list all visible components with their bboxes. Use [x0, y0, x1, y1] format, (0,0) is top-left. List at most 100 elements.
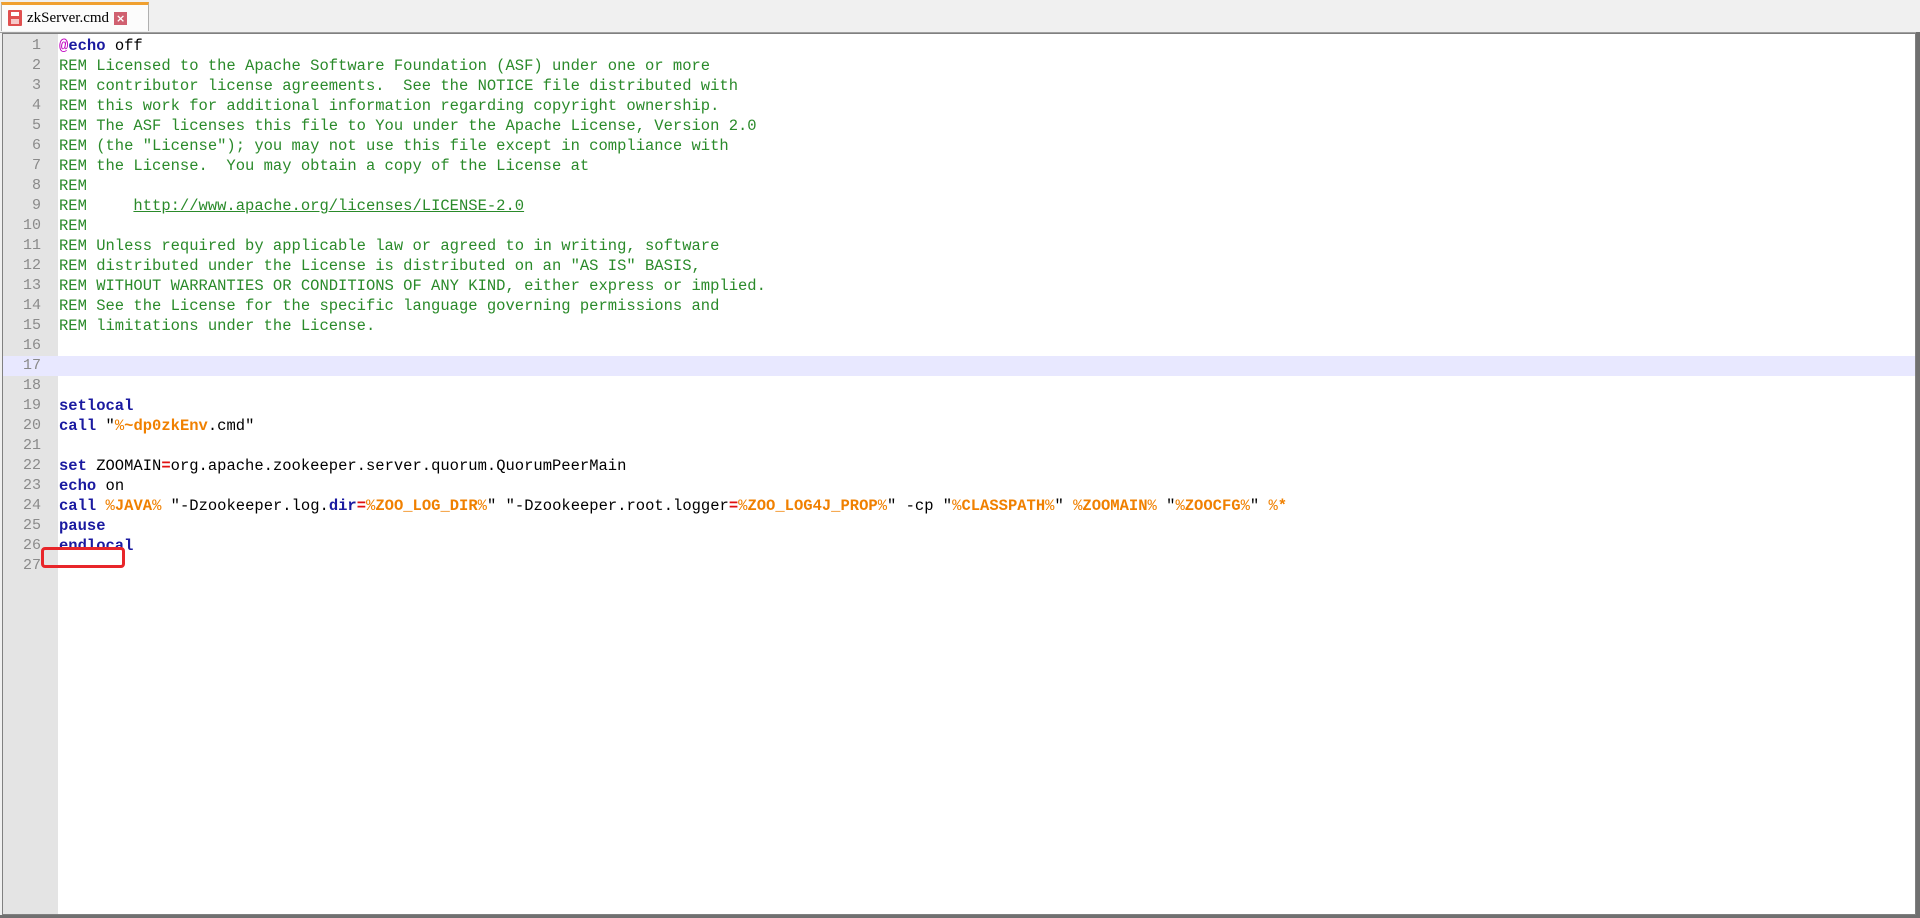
- line-number: 18: [22, 377, 41, 394]
- code-line[interactable]: 17: [3, 356, 1915, 376]
- code-line[interactable]: 1 @echo off: [3, 36, 1915, 56]
- line-number: 27: [22, 557, 41, 574]
- line-number: 25: [22, 517, 41, 534]
- code-line[interactable]: 6 REM (the "License"); you may not use th…: [3, 136, 1915, 156]
- close-icon[interactable]: ×: [114, 11, 128, 25]
- keyword-token: pause: [59, 517, 106, 535]
- line-code: call %JAVA% "-Dzookeeper.log.dir=%ZOO_LO…: [59, 496, 1287, 516]
- text-token: ": [96, 417, 115, 435]
- line-number: 14: [22, 297, 41, 314]
- code-line[interactable]: 7 REM the License. You may obtain a copy …: [3, 156, 1915, 176]
- text-token: ": [1156, 497, 1176, 515]
- code-line[interactable]: 9 REM http://www.apache.org/licenses/LICE…: [3, 196, 1915, 216]
- code-line[interactable]: 13 REM WITHOUT WARRANTIES OR CONDITIONS O…: [3, 276, 1915, 296]
- code-line[interactable]: 20 call "%~dp0zkEnv.cmd": [3, 416, 1915, 436]
- comment-token: REM the License. You may obtain a copy o…: [59, 157, 590, 175]
- line-number: 12: [22, 257, 41, 274]
- code-line[interactable]: 5 REM The ASF licenses this file to You u…: [3, 116, 1915, 136]
- code-line[interactable]: 14 REM See the License for the specific l…: [3, 296, 1915, 316]
- text-token: " "-Dzookeeper.root.logger: [486, 497, 729, 515]
- code-line[interactable]: 26 endlocal: [3, 536, 1915, 556]
- at-symbol-token: @: [59, 37, 69, 55]
- line-number: 16: [22, 337, 41, 354]
- code-line[interactable]: 8 REM: [3, 176, 1915, 196]
- percent-token: %: [366, 497, 376, 515]
- text-token: "-Dzookeeper.log.: [161, 497, 329, 515]
- code-line[interactable]: 2 REM Licensed to the Apache Software Fou…: [3, 56, 1915, 76]
- line-number: 11: [22, 237, 41, 254]
- tab-bar: zkServer.cmd ×: [0, 0, 1920, 33]
- comment-token: REM Licensed to the Apache Software Foun…: [59, 57, 711, 75]
- variable-token: ZOO_LOG_DIR: [375, 497, 478, 515]
- percent-token: %: [1147, 497, 1157, 515]
- code-line[interactable]: 16: [3, 336, 1915, 356]
- line-code: set ZOOMAIN=org.apache.zookeeper.server.…: [59, 456, 626, 476]
- code-line[interactable]: 18: [3, 376, 1915, 396]
- line-code: REM Unless required by applicable law or…: [59, 236, 719, 256]
- percent-token: %: [1175, 497, 1185, 515]
- line-code: REM WITHOUT WARRANTIES OR CONDITIONS OF …: [59, 276, 766, 296]
- code-line[interactable]: 4 REM this work for additional informatio…: [3, 96, 1915, 116]
- keyword-token: call: [59, 417, 97, 435]
- text-token: on: [96, 477, 125, 495]
- code-line[interactable]: 25 pause: [3, 516, 1915, 536]
- comment-token: REM (the "License"); you may not use thi…: [59, 137, 729, 155]
- percent-token: %: [1268, 497, 1278, 515]
- line-code: pause: [59, 516, 106, 536]
- comment-token: REM distributed under the License is dis…: [59, 257, 701, 275]
- comment-token: REM: [59, 177, 87, 195]
- variable-token: ZOOMAIN: [1082, 497, 1148, 515]
- tab-zkserver-cmd[interactable]: zkServer.cmd ×: [1, 2, 149, 31]
- percent-token: %: [477, 497, 487, 515]
- code-line[interactable]: 23 echo on: [3, 476, 1915, 496]
- line-code: REM: [59, 176, 87, 196]
- line-number: 15: [22, 317, 41, 334]
- line-number: 1: [31, 37, 41, 54]
- code-line[interactable]: 24 call %JAVA% "-Dzookeeper.log.dir=%ZOO_…: [3, 496, 1915, 516]
- code-editor[interactable]: 1 @echo off 2 REM Licensed to the Apache So…: [2, 33, 1916, 915]
- keyword-token: setlocal: [59, 397, 134, 415]
- variable-token: *: [1277, 497, 1288, 515]
- url-link[interactable]: http://www.apache.org/licenses/LICENSE-2…: [133, 197, 524, 215]
- comment-token: REM: [59, 217, 87, 235]
- variable-token: ~dp0zkEnv: [124, 417, 208, 435]
- line-code: REM See the License for the specific lan…: [59, 296, 719, 316]
- line-number: 10: [22, 217, 41, 234]
- percent-token: %: [105, 497, 115, 515]
- keyword-token: call: [59, 497, 97, 515]
- variable-token: CLASSPATH: [961, 497, 1046, 515]
- line-number: 6: [31, 137, 41, 154]
- code-line[interactable]: 27: [3, 556, 1915, 576]
- comment-token: REM contributor license agreements. See …: [59, 77, 739, 95]
- line-code: call "%~dp0zkEnv.cmd": [59, 416, 254, 436]
- code-line[interactable]: 10 REM: [3, 216, 1915, 236]
- code-line[interactable]: 19 setlocal: [3, 396, 1915, 416]
- code-line[interactable]: 12 REM distributed under the License is d…: [3, 256, 1915, 276]
- text-token: ": [1054, 497, 1074, 515]
- line-code: REM limitations under the License.: [59, 316, 375, 336]
- line-number: 9: [31, 197, 41, 214]
- text-token: " -cp ": [887, 497, 953, 515]
- operator-token: =: [728, 497, 739, 515]
- keyword-token: set: [59, 457, 87, 475]
- text-token: ": [1249, 497, 1269, 515]
- line-number: 4: [31, 97, 41, 114]
- comment-token: REM The ASF licenses this file to You un…: [59, 117, 757, 135]
- comment-token: REM: [59, 197, 134, 215]
- line-code: echo on: [59, 476, 124, 496]
- variable-token: ZOO_LOG4J_PROP: [747, 497, 878, 515]
- variable-token: JAVA: [114, 497, 153, 515]
- line-code: REM distributed under the License is dis…: [59, 256, 701, 276]
- line-code: REM The ASF licenses this file to You un…: [59, 116, 757, 136]
- code-line[interactable]: 3 REM contributor license agreements. See…: [3, 76, 1915, 96]
- keyword-token: echo: [59, 477, 97, 495]
- comment-token: REM See the License for the specific lan…: [59, 297, 720, 315]
- line-code: REM http://www.apache.org/licenses/LICEN…: [59, 196, 524, 216]
- line-number: 26: [22, 537, 41, 554]
- code-line[interactable]: 15 REM limitations under the License.: [3, 316, 1915, 336]
- code-line[interactable]: 22 set ZOOMAIN=org.apache.zookeeper.serve…: [3, 456, 1915, 476]
- line-code: REM Licensed to the Apache Software Foun…: [59, 56, 710, 76]
- code-line[interactable]: 21: [3, 436, 1915, 456]
- code-line[interactable]: 11 REM Unless required by applicable law …: [3, 236, 1915, 256]
- line-code: REM this work for additional information…: [59, 96, 719, 116]
